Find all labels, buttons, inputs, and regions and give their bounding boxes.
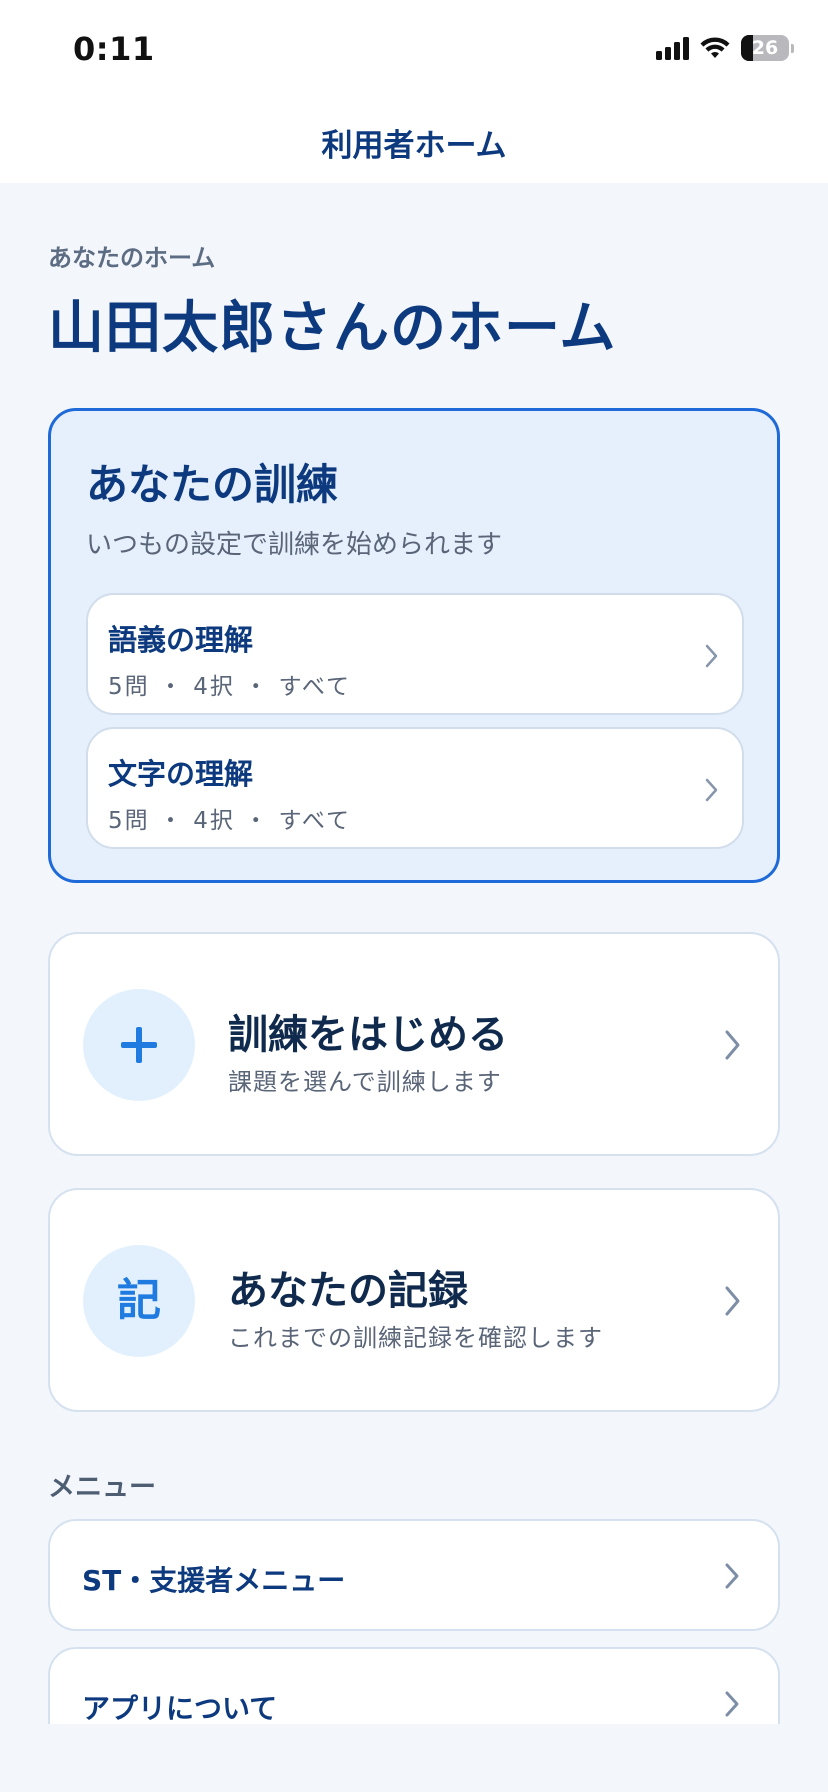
records-button[interactable]: 記 あなたの記録 これまでの訓練記録を確認します: [48, 1188, 780, 1412]
menu-heading: メニュー: [48, 1472, 156, 1503]
cellular-signal-icon: [656, 36, 689, 60]
chevron-right-icon: [725, 1286, 740, 1316]
nav-title: 利用者ホーム: [321, 128, 507, 164]
preset-item-moji[interactable]: 文字の理解 5問 ・ 4択 ・ すべて: [86, 727, 744, 849]
training-card: あなたの訓練 いつもの設定で訓練を始められます 語義の理解 5問 ・ 4択 ・ …: [48, 408, 780, 883]
records-description: これまでの訓練記録を確認します: [228, 1324, 603, 1352]
chevron-right-icon: [725, 1691, 739, 1717]
preset-item-goi[interactable]: 語義の理解 5問 ・ 4択 ・ すべて: [86, 593, 744, 715]
records-title: あなたの記録: [228, 1268, 468, 1314]
chevron-right-icon: [705, 644, 718, 668]
preset-name: 語義の理解: [108, 623, 254, 657]
status-time: 0:11: [73, 30, 155, 68]
battery-level: 26: [751, 37, 779, 59]
chevron-right-icon: [725, 1030, 740, 1060]
menu-item-about[interactable]: アプリについて: [48, 1647, 780, 1724]
start-training-title: 訓練をはじめる: [228, 1012, 508, 1058]
status-icons: 26: [656, 34, 794, 62]
training-title: あなたの訓練: [86, 460, 339, 509]
home-subtitle: あなたのホーム: [48, 244, 216, 272]
page-title: 山田太郎さんのホーム: [48, 296, 617, 361]
plus-icon: [83, 989, 195, 1101]
wifi-icon: [699, 36, 731, 60]
bottom-area: [0, 1724, 828, 1792]
preset-name: 文字の理解: [108, 757, 254, 791]
main-content[interactable]: あなたのホーム 山田太郎さんのホーム あなたの訓練 いつもの設定で訓練を始められ…: [0, 183, 828, 1724]
training-description: いつもの設定で訓練を始められます: [86, 530, 503, 560]
chevron-right-icon: [705, 778, 718, 802]
top-bar: 0:11 26 利用者ホーム: [0, 0, 828, 183]
menu-item-label: アプリについて: [82, 1692, 278, 1724]
records-icon-text: 記: [117, 1275, 161, 1326]
preset-meta: 5問 ・ 4択 ・ すべて: [108, 808, 351, 834]
start-training-description: 課題を選んで訓練します: [228, 1068, 502, 1096]
preset-meta: 5問 ・ 4択 ・ すべて: [108, 674, 351, 700]
menu-item-st-supporter[interactable]: ST・支援者メニュー: [48, 1519, 780, 1631]
start-training-button[interactable]: 訓練をはじめる 課題を選んで訓練します: [48, 932, 780, 1156]
battery-icon: 26: [741, 35, 794, 61]
chevron-right-icon: [725, 1563, 739, 1589]
menu-item-label: ST・支援者メニュー: [82, 1564, 346, 1597]
home-screen: 0:11 26 利用者ホーム あなたのホーム 山田太郎さんのホーム あなたの訓練…: [0, 0, 828, 1792]
records-icon: 記: [83, 1245, 195, 1357]
